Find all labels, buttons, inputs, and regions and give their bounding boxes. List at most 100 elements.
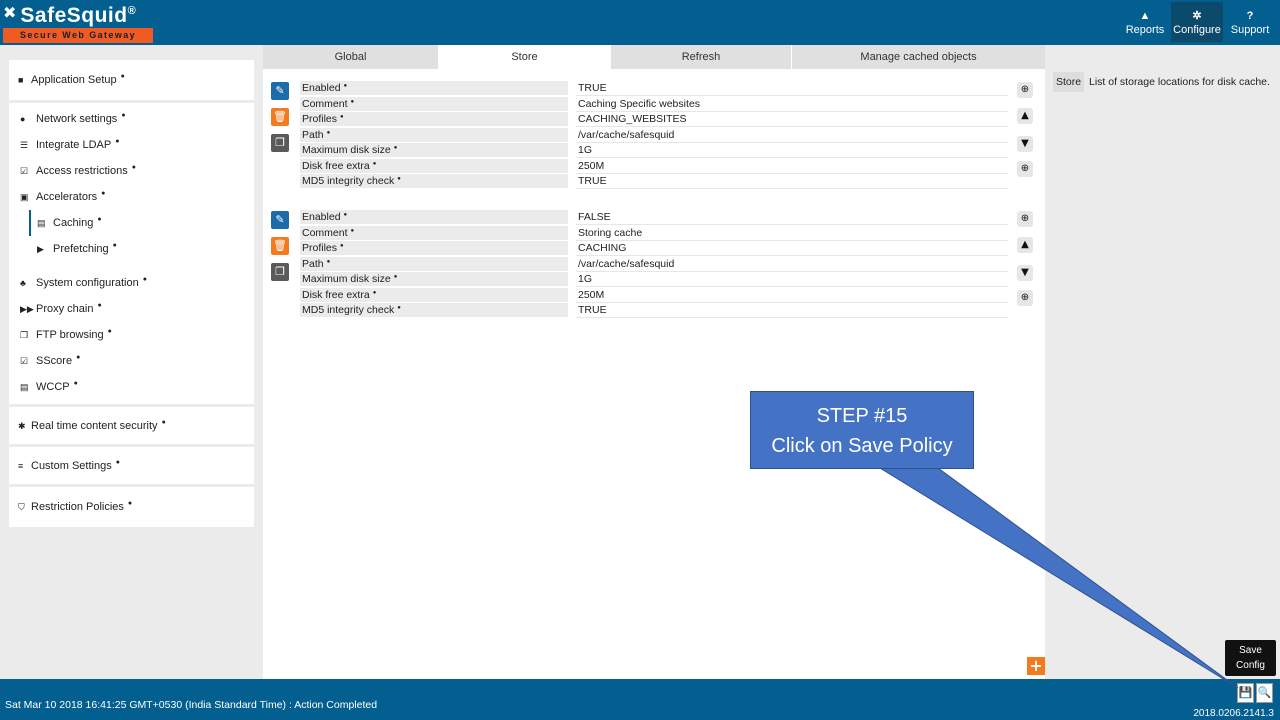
checkbox-icon: ☑ [20, 165, 29, 176]
copy-icon[interactable]: ❐ [271, 134, 289, 152]
info-icon: ● [131, 163, 136, 171]
callout-instruction: Click on Save Policy [771, 435, 953, 457]
floppy-disk-icon: 💾 [1238, 686, 1253, 699]
sidebar-item-ftp-browsing[interactable]: ❐ FTP browsing ● [9, 322, 254, 348]
add-below-icon[interactable]: ⊕ [1017, 82, 1033, 98]
info-icon: ● [97, 215, 102, 223]
sidebar-item-access-restrictions[interactable]: ☑ Access restrictions ● [9, 158, 254, 184]
field-key: Enabled [302, 82, 341, 94]
rocket-icon: ▣ [20, 191, 29, 202]
save-config-button[interactable]: 💾 [1237, 683, 1254, 703]
field-key: MD5 integrity check [302, 175, 395, 187]
nav-reports[interactable]: ▲ Reports [1121, 2, 1169, 42]
field-value[interactable]: 1G [576, 272, 1008, 287]
sidebar-item-integrate-ldap[interactable]: ☰ Integrate LDAP ● [9, 132, 254, 158]
info-icon: ● [121, 111, 126, 119]
info-icon: ● [343, 212, 348, 218]
step-callout: STEP #15 Click on Save Policy [750, 391, 974, 469]
globe-icon: ● [20, 114, 26, 124]
sidebar-item-network-settings[interactable]: ● Network settings ● [9, 106, 254, 132]
help-tag: Store [1053, 72, 1085, 92]
add-below-icon[interactable]: ⊕ [1017, 161, 1033, 177]
store-entry: ✎ 🗑 ❐ Enabled ● TRUE Comment ● Caching Speci… [271, 81, 1036, 191]
add-below-icon[interactable]: ⊕ [1017, 290, 1033, 306]
field-value[interactable]: Caching Specific websites [576, 97, 1008, 112]
sidebar-item-restriction-policies[interactable]: ⛉ Restriction Policies ● [9, 494, 254, 520]
checkbox-icon: ☑ [20, 355, 29, 366]
move-down-icon[interactable]: ▼ [1017, 136, 1033, 152]
field-value[interactable]: 250M [576, 288, 1008, 303]
field-value[interactable]: TRUE [576, 303, 1008, 318]
field-value[interactable]: /var/cache/safesquid [576, 128, 1008, 143]
field-key: Profiles [302, 242, 338, 254]
field-value[interactable]: TRUE [576, 174, 1008, 189]
field-key: MD5 integrity check [302, 304, 395, 316]
info-icon: ● [115, 137, 120, 145]
tab-manage-cached-objects[interactable]: Manage cached objects [792, 45, 1045, 69]
tab-refresh[interactable]: Refresh [611, 45, 792, 69]
field-value[interactable]: CACHING_WEBSITES [576, 112, 1008, 127]
field-value[interactable]: Storing cache [576, 226, 1008, 241]
main-panel: Global Store Refresh Manage cached objec… [263, 45, 1045, 679]
briefcase-icon: ■ [18, 75, 24, 85]
safesquid-logo[interactable]: ✖ SafeSquid® Secure Web Gateway [3, 3, 153, 43]
search-button[interactable]: 🔍 [1256, 683, 1273, 703]
field-value[interactable]: TRUE [576, 81, 1008, 96]
brand-name: SafeSquid [20, 3, 128, 27]
field-key: Maximum disk size [302, 273, 391, 285]
callout-step: STEP #15 [816, 405, 908, 427]
trash-icon[interactable]: 🗑 [271, 237, 289, 255]
sidebar-item-caching[interactable]: ▤ Caching ● [29, 210, 254, 236]
info-icon: ● [340, 243, 344, 249]
move-up-icon[interactable]: ▲ [1017, 108, 1033, 124]
sidebar-item-application-setup[interactable]: ■ Application Setup ● [9, 67, 254, 93]
help-description: List of storage locations for disk cache… [1089, 76, 1270, 88]
trash-icon[interactable]: 🗑 [271, 108, 289, 126]
info-icon: ● [326, 129, 331, 136]
sidebar-item-label: Network settings [36, 113, 118, 125]
sidebar-item-sscore[interactable]: ☑ SScore ● [9, 348, 254, 374]
info-icon: ● [161, 418, 166, 426]
info-icon: ● [340, 114, 344, 120]
field-key: Disk free extra [302, 288, 370, 301]
sidebar-item-label: System configuration [36, 277, 139, 289]
sidebar-item-label: Access restrictions [36, 165, 128, 177]
info-icon: ● [372, 289, 377, 296]
field-value[interactable]: 250M [576, 159, 1008, 174]
edit-icon[interactable]: ✎ [271, 82, 289, 100]
sidebar-item-system-configuration[interactable]: ♣ System configuration ● [9, 270, 254, 296]
search-icon: 🔍 [1257, 686, 1272, 699]
sidebar-item-accelerators[interactable]: ▣ Accelerators ● [9, 184, 254, 210]
add-below-icon[interactable]: ⊕ [1017, 211, 1033, 227]
info-icon: ● [120, 72, 125, 80]
info-icon: ● [127, 499, 133, 507]
server-icon: ▤ [20, 381, 29, 392]
add-entry-button[interactable]: + [1027, 657, 1045, 675]
copy-icon[interactable]: ❐ [271, 263, 289, 281]
sidebar-item-realtime-content-security[interactable]: ✱ Real time content security ● [9, 413, 254, 439]
sidebar-item-prefetching[interactable]: ▶ Prefetching ● [9, 236, 254, 262]
move-up-icon[interactable]: ▲ [1017, 237, 1033, 253]
logo-tools-icon: ✖ [3, 3, 17, 22]
sidebar-item-wccp[interactable]: ▤ WCCP ● [9, 374, 254, 400]
nav-support[interactable]: ? Support [1226, 2, 1274, 42]
field-value[interactable]: FALSE [576, 210, 1008, 225]
fast-forward-icon: ▶▶ [20, 303, 34, 314]
edit-icon[interactable]: ✎ [271, 211, 289, 229]
sliders-icon: ≡ [18, 461, 24, 471]
database-icon: ▤ [37, 217, 46, 228]
field-value[interactable]: /var/cache/safesquid [576, 257, 1008, 272]
files-icon: ❐ [20, 329, 29, 340]
field-value[interactable]: 1G [576, 143, 1008, 158]
nav-configure[interactable]: ✲ Configure [1171, 2, 1223, 42]
sidebar-item-custom-settings[interactable]: ≡ Custom Settings ● [9, 453, 254, 479]
sidebar-item-label: SScore [36, 355, 73, 367]
info-icon: ● [350, 227, 355, 234]
field-value[interactable]: CACHING [576, 241, 1008, 256]
tab-global[interactable]: Global [263, 45, 439, 69]
gears-icon: ✲ [1192, 10, 1202, 22]
sidebar-item-proxy-chain[interactable]: ▶▶ Proxy chain ● [9, 296, 254, 322]
field-key: Profiles [302, 113, 338, 125]
move-down-icon[interactable]: ▼ [1017, 265, 1033, 281]
tab-store[interactable]: Store [439, 45, 611, 69]
